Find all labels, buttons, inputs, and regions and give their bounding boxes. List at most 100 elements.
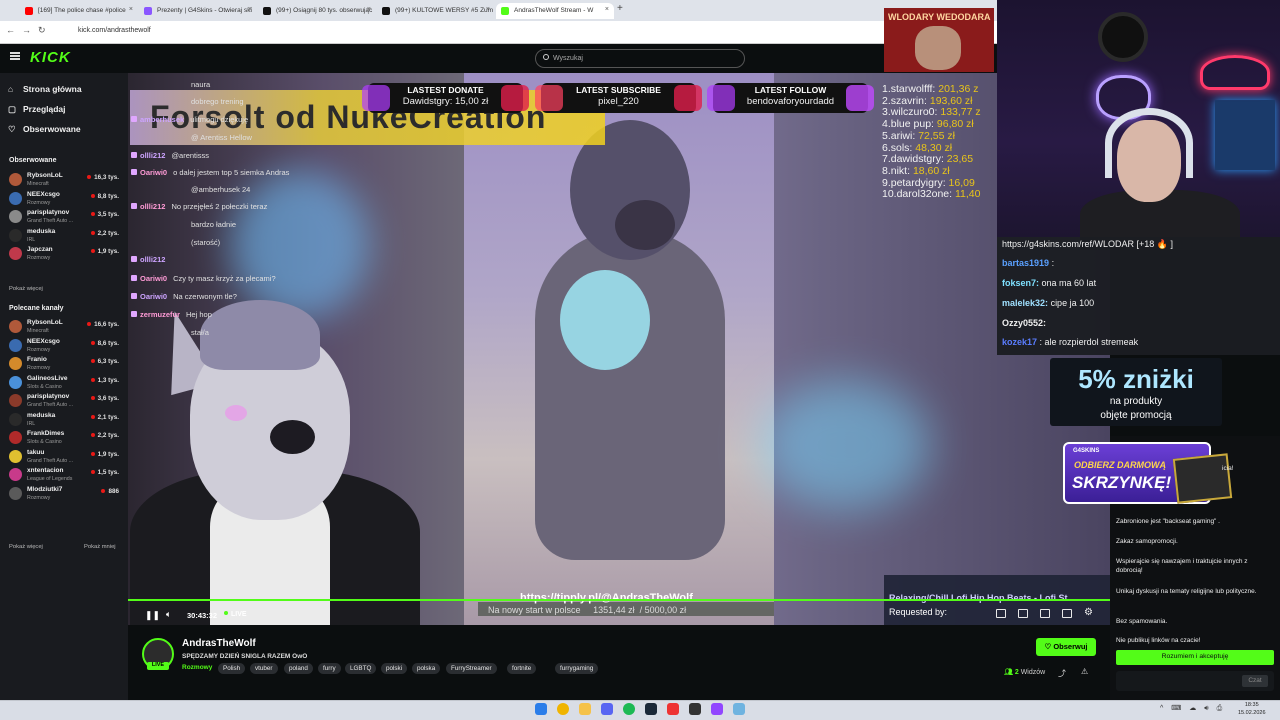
pip-icon[interactable] bbox=[996, 609, 1006, 618]
url-field[interactable]: kick.com/andrasthewolf bbox=[78, 27, 151, 34]
browser-tab[interactable]: AndrasTheWolf Stream - W × bbox=[496, 3, 614, 19]
obs-icon[interactable] bbox=[711, 703, 723, 715]
stream-tag[interactable]: vtuber bbox=[250, 663, 278, 674]
widget-heading: LATEST SUBSCRIBE bbox=[576, 85, 661, 95]
windows-start-icon[interactable] bbox=[535, 703, 547, 715]
channel-category: Slots & Casino bbox=[27, 383, 62, 390]
app-icon[interactable] bbox=[689, 703, 701, 715]
browser-tab[interactable]: Prezenty | G4Skins - Otwieraj ski × bbox=[139, 3, 257, 19]
sidebar-channel[interactable]: RybsonLoL Minecraft 16,6 tys. bbox=[9, 318, 121, 338]
channel-name: NEEXcsgo bbox=[27, 337, 60, 345]
sidebar-channel[interactable]: takuu Grand Theft Auto ... 1,9 tys. bbox=[9, 448, 121, 468]
sidebar-channel[interactable]: meduska IRL 2,1 tys. bbox=[9, 411, 121, 431]
discount-headline: 5% zniżki bbox=[1078, 364, 1194, 394]
browser-nav-buttons[interactable]: ←→↻ bbox=[6, 25, 53, 36]
channel-viewers: 1,9 tys. bbox=[91, 248, 119, 255]
channel-viewers: 2,2 tys. bbox=[91, 230, 119, 237]
file-explorer-icon[interactable] bbox=[579, 703, 591, 715]
tab-close-icon[interactable]: × bbox=[129, 6, 133, 13]
fullscreen-icon[interactable] bbox=[1062, 609, 1072, 618]
accept-rules-button[interactable]: Rozumiem i akceptuję bbox=[1116, 650, 1274, 665]
browser-tab[interactable]: (99+) Osiągnij 80 tys. obserwując × bbox=[258, 3, 376, 19]
sidebar-channel[interactable]: meduska IRL 2,2 tys. bbox=[9, 227, 121, 247]
spotify-icon[interactable] bbox=[623, 703, 635, 715]
browser-tab[interactable]: [169] The police chase #police × bbox=[20, 3, 138, 19]
stream-tag[interactable]: polska bbox=[412, 663, 441, 674]
channel-category: Minecraft bbox=[27, 328, 49, 334]
stream-category[interactable]: Rozmowy bbox=[182, 664, 212, 671]
clock-time: 18:35 bbox=[1244, 702, 1259, 708]
steam-icon[interactable] bbox=[645, 703, 657, 715]
pause-icon[interactable]: ❚❚ bbox=[145, 610, 160, 621]
sidebar-nav-0[interactable]: ⌂ Strona główna bbox=[8, 84, 82, 94]
sidebar-channel[interactable]: FrankDimes Slots & Casino 2,2 tys. bbox=[9, 429, 121, 449]
new-tab-button[interactable]: + bbox=[617, 3, 623, 14]
tab-close-icon[interactable]: × bbox=[605, 6, 609, 13]
taskbar-clock[interactable]: 18:35 15.02.2026 bbox=[1238, 701, 1266, 717]
streamer-chat-text: ona ma 60 lat bbox=[1041, 278, 1097, 288]
playback-progress-bar[interactable] bbox=[128, 599, 1110, 601]
stream-tag[interactable]: polski bbox=[381, 663, 408, 674]
show-more-followed[interactable]: Pokaż więcej bbox=[9, 286, 43, 292]
leaderboard-amount: 18,60 zł bbox=[912, 164, 950, 177]
app-icon[interactable] bbox=[733, 703, 745, 715]
volume-icon[interactable]: 🔈︎ bbox=[166, 609, 171, 620]
live-indicator[interactable]: LIVE bbox=[224, 611, 247, 618]
leaderboard-amount: 11,40 bbox=[954, 188, 981, 201]
sidebar-channel[interactable]: NEEXcsgo Rozmowy 8,8 tys. bbox=[9, 190, 121, 210]
channel-name: takuu bbox=[27, 448, 45, 456]
hamburger-menu-icon[interactable] bbox=[10, 52, 20, 60]
channel-name[interactable]: AndrasTheWolf bbox=[182, 638, 256, 649]
channel-category: Rozmowy bbox=[27, 199, 51, 206]
kick-logo[interactable]: KICK bbox=[30, 49, 71, 66]
wlodary-banner-face bbox=[915, 26, 961, 70]
theatre-mode-icon[interactable] bbox=[1018, 609, 1028, 618]
stream-tag[interactable]: furry bbox=[318, 663, 341, 674]
discord-icon[interactable] bbox=[601, 703, 613, 715]
sidebar-channel[interactable]: Franio Rozmowy 6,3 tys. bbox=[9, 355, 121, 375]
sidebar-nav-1[interactable]: ▢ Przeglądaj bbox=[8, 104, 66, 115]
search-input[interactable]: Wyszukaj bbox=[535, 49, 745, 68]
stream-tag[interactable]: furrygaming bbox=[555, 663, 599, 674]
overlay-chat-text: Hej hop bbox=[186, 310, 212, 319]
app-icon[interactable] bbox=[667, 703, 679, 715]
tab-close-icon[interactable]: × bbox=[248, 6, 252, 13]
chat-badge-icon bbox=[131, 203, 137, 209]
sidebar-channel[interactable]: Japczan Rozmowy 1,9 tys. bbox=[9, 245, 121, 265]
stream-tag[interactable]: LGBTQ bbox=[345, 663, 377, 674]
sidebar-channel[interactable]: Mlodziutki7 Rozmowy 886 bbox=[9, 485, 121, 505]
overlay-chat-line: @ Arentiss Hellow bbox=[191, 133, 252, 149]
chrome-icon[interactable] bbox=[557, 703, 569, 715]
sidebar-nav-2[interactable]: ♡ Obserwowane bbox=[8, 124, 81, 135]
report-icon[interactable]: ⚠ bbox=[1081, 667, 1088, 676]
sidebar-channel[interactable]: GalineosLive Slots & Casino 1,3 tys. bbox=[9, 374, 121, 394]
stream-tag[interactable]: poland bbox=[284, 663, 313, 674]
stream-tag[interactable]: fortnite bbox=[507, 663, 537, 674]
show-more-recommended[interactable]: Pokaż więcej bbox=[9, 544, 43, 550]
leaderboard-name: 10.darol32one: bbox=[882, 188, 953, 201]
tab-close-icon[interactable]: × bbox=[367, 6, 371, 13]
sidebar-channel[interactable]: RybsonLoL Minecraft 16,3 tys. bbox=[9, 171, 121, 191]
tab-close-icon[interactable]: × bbox=[486, 6, 490, 13]
settings-gear-icon[interactable]: ⚙ bbox=[1084, 607, 1093, 618]
stream-tag[interactable]: FurryStreamer bbox=[446, 663, 497, 674]
chat-badge-icon bbox=[131, 311, 137, 317]
chat-rule: Zabronione jest "backseat gaming" . bbox=[1116, 518, 1220, 525]
stream-tag[interactable]: Polish bbox=[218, 663, 246, 674]
sidebar-channel[interactable]: parisplatynov Grand Theft Auto ... 3,5 tys… bbox=[9, 208, 121, 228]
sidebar-channel[interactable]: NEEXcsgo Rozmowy 8,6 tys. bbox=[9, 337, 121, 357]
follow-button[interactable]: ♡ Obserwuj bbox=[1036, 638, 1096, 656]
system-tray[interactable]: ^ ⌨ ☁ 🔊︎ ⎙ bbox=[1160, 704, 1225, 713]
sidebar-channel[interactable]: parisplatynov Grand Theft Auto ... 3,6 tys… bbox=[9, 392, 121, 412]
show-less-recommended[interactable]: Pokaż mniej bbox=[84, 544, 116, 550]
share-icon[interactable]: ⤴ bbox=[1058, 668, 1066, 679]
latest-donate-widget: LASTEST DONATE Dawidstgry: 15,00 zł bbox=[362, 83, 529, 113]
case-image bbox=[1172, 453, 1233, 504]
stream-uptime: 30:43:32 bbox=[187, 611, 218, 620]
streamer-chat-user: foksen7: bbox=[1002, 278, 1040, 288]
clip-icon[interactable] bbox=[1040, 609, 1050, 618]
browser-tab[interactable]: (99+) KULTOWE WERSY #5 Zum × bbox=[377, 3, 495, 19]
sidebar-channel[interactable]: xntentacion League of Legends 1,5 tys. bbox=[9, 466, 121, 486]
chat-send-button[interactable]: Czat bbox=[1242, 675, 1268, 687]
viewer-count-label: Widzów bbox=[1020, 669, 1046, 676]
